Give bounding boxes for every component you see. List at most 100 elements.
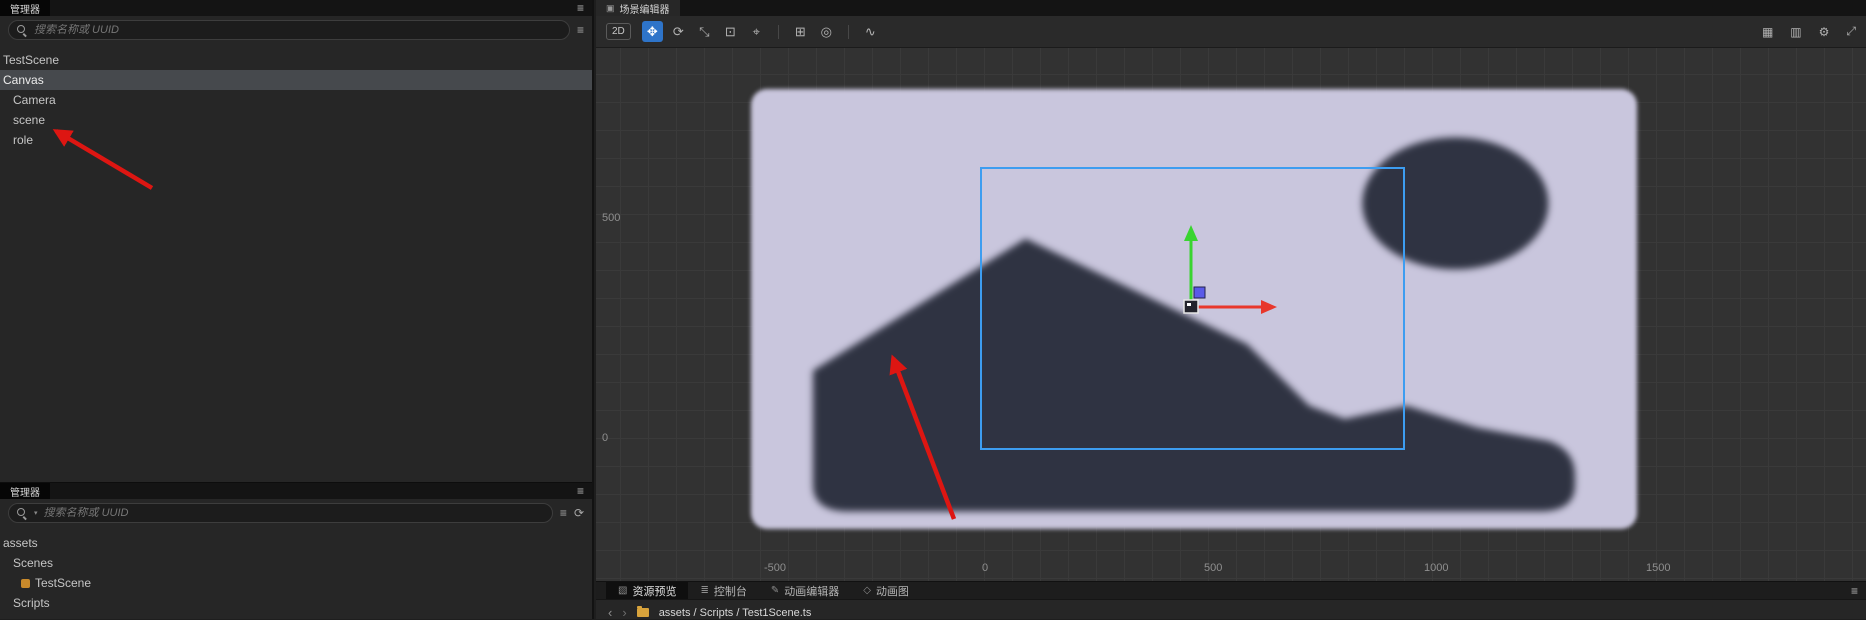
scene-viewport[interactable]: 500 0 -500 0 500 1000 1500 bbox=[596, 48, 1866, 581]
rotate-tool-button[interactable]: ⟳ bbox=[668, 21, 689, 42]
scene-tab-icon: ▣ bbox=[606, 2, 615, 13]
gear-icon[interactable]: ⚙ bbox=[1819, 25, 1830, 39]
tab-label: 动画编辑器 bbox=[784, 585, 840, 598]
hierarchy-panel: 管理器 ≡ ≡ TestScene Canvas Camera scene bbox=[0, 0, 592, 150]
animation-graph-icon: ◇ bbox=[863, 585, 871, 596]
forward-icon[interactable]: › bbox=[622, 606, 626, 619]
hierarchy-list-icon[interactable]: ≡ bbox=[577, 24, 584, 36]
hierarchy-search-row: ≡ bbox=[0, 16, 592, 44]
tab-asset-preview[interactable]: ▧ 资源预览 bbox=[606, 582, 689, 599]
console-icon: ≣ bbox=[700, 585, 709, 596]
tab-animation-editor[interactable]: ✎ 动画编辑器 bbox=[759, 582, 851, 599]
asset-preview-icon: ▧ bbox=[618, 585, 628, 596]
left-panel: 管理器 ≡ ≡ TestScene Canvas Camera scene bbox=[0, 0, 594, 619]
asset-node-scenes[interactable]: Scenes bbox=[0, 553, 592, 573]
node-label: role bbox=[13, 133, 34, 147]
move-tool-button[interactable]: ✥ bbox=[641, 21, 663, 42]
scene-tab-label: 场景编辑器 bbox=[619, 4, 670, 16]
assets-tabstrip: 管理器 ≡ bbox=[0, 483, 592, 499]
rotate-icon: ⟳ bbox=[672, 24, 684, 39]
search-filter-dropdown-icon[interactable]: ▾ bbox=[34, 509, 38, 517]
toolbar-separator bbox=[847, 24, 849, 39]
search-icon bbox=[17, 24, 28, 36]
asset-node-testscene[interactable]: TestScene bbox=[0, 573, 592, 593]
search-icon bbox=[17, 507, 28, 519]
node-label: assets bbox=[3, 536, 38, 550]
toolbar-separator bbox=[777, 24, 779, 39]
tree-node-testscene[interactable]: TestScene bbox=[0, 50, 592, 70]
tab-scene-editor[interactable]: ▣ 场景编辑器 bbox=[596, 0, 680, 16]
assets-search-row: ▾ ≡ ⟳ bbox=[0, 499, 592, 527]
assets-search-input[interactable] bbox=[43, 507, 544, 519]
hierarchy-menu-icon[interactable]: ≡ bbox=[577, 0, 584, 16]
node-anchor-icon bbox=[1183, 299, 1199, 314]
ruler-label-x: 0 bbox=[982, 562, 989, 574]
tree-node-scene[interactable]: scene bbox=[0, 110, 592, 130]
ruler-label-y: 500 bbox=[602, 212, 621, 224]
tab-label: 资源预览 bbox=[632, 585, 677, 598]
assets-tab[interactable]: 管理器 bbox=[0, 483, 50, 499]
assets-tab-label: 管理器 bbox=[10, 487, 40, 499]
node-label: TestScene bbox=[3, 53, 60, 67]
scale-tool-button[interactable]: ⤡ bbox=[694, 21, 715, 42]
tree-node-canvas[interactable]: Canvas bbox=[0, 70, 592, 90]
tree-node-camera[interactable]: Camera bbox=[0, 90, 592, 110]
scale-icon: ⤡ bbox=[699, 24, 710, 39]
grid-visibility-icon[interactable]: ▦ bbox=[1762, 25, 1773, 39]
hierarchy-tab-label: 管理器 bbox=[10, 4, 40, 16]
bottom-tabstrip: ▧ 资源预览 ≣ 控制台 ✎ 动画编辑器 ◇ 动画图 ≡ bbox=[596, 581, 1866, 599]
bottom-menu-icon[interactable]: ≡ bbox=[1851, 582, 1858, 600]
gizmo-plane-handle[interactable] bbox=[1193, 286, 1206, 299]
hierarchy-search-input[interactable] bbox=[34, 24, 561, 36]
move-gizmo[interactable] bbox=[1091, 187, 1291, 327]
node-label: Scripts bbox=[13, 596, 50, 610]
curve-tool-button[interactable]: ∿ bbox=[860, 21, 881, 42]
back-icon[interactable]: ‹ bbox=[608, 606, 612, 619]
assets-menu-icon[interactable]: ≡ bbox=[577, 483, 584, 499]
breadcrumb-path[interactable]: assets / Scripts / Test1Scene.ts bbox=[659, 607, 812, 619]
refresh-icon[interactable]: ⟳ bbox=[574, 507, 584, 519]
snap-tool-button[interactable]: ⊞ bbox=[790, 21, 811, 42]
move-icon: ✥ bbox=[646, 24, 658, 39]
gizmo-x-arrowhead bbox=[1261, 300, 1277, 314]
scene-tabstrip: ▣ 场景编辑器 bbox=[596, 0, 1866, 16]
tree-node-role[interactable]: role bbox=[0, 130, 592, 150]
assets-tree: assets Scenes TestScene Scripts bbox=[0, 533, 592, 613]
hierarchy-search-box[interactable] bbox=[8, 20, 570, 40]
camera-preview-icon[interactable]: ▥ bbox=[1790, 25, 1801, 39]
node-anchor-dot bbox=[1187, 303, 1191, 306]
assets-search-box[interactable]: ▾ bbox=[8, 503, 553, 523]
assets-list-icon[interactable]: ≡ bbox=[560, 507, 567, 519]
animation-editor-icon: ✎ bbox=[770, 585, 780, 596]
node-label: Camera bbox=[13, 93, 56, 107]
tab-console[interactable]: ≣ 控制台 bbox=[688, 582, 758, 599]
ruler-label-x: -500 bbox=[764, 562, 787, 574]
pivot-toggle-button[interactable]: ◎ bbox=[816, 21, 837, 42]
node-label: Canvas bbox=[3, 73, 44, 87]
scene-file-icon bbox=[21, 578, 30, 588]
tab-label: 控制台 bbox=[713, 585, 747, 598]
ruler-label-x: 1500 bbox=[1646, 562, 1671, 574]
hierarchy-tree: TestScene Canvas Camera scene role bbox=[0, 50, 592, 150]
node-label: Scenes bbox=[13, 556, 54, 570]
scene-toolbar: 2D ✥ ⟳ ⤡ ⊡ ⌖ ⊞ ◎ ∿ ▦ ▥ ⚙ ⤢ bbox=[596, 16, 1866, 48]
curve-icon: ∿ bbox=[864, 24, 876, 39]
hierarchy-tab[interactable]: 管理器 bbox=[0, 0, 50, 16]
asset-node-assets[interactable]: assets bbox=[0, 533, 592, 553]
anchor-icon: ⌖ bbox=[752, 24, 760, 39]
ruler-label-x: 1000 bbox=[1424, 562, 1449, 574]
assets-panel: 管理器 ≡ ▾ ≡ ⟳ assets Scenes TestScene bbox=[0, 482, 592, 613]
scene-editor-panel: ▣ 场景编辑器 2D ✥ ⟳ ⤡ ⊡ ⌖ ⊞ ◎ ∿ ▦ ▥ ⚙ ⤢ 500 0… bbox=[596, 0, 1866, 619]
mode-2d-button[interactable]: 2D bbox=[606, 23, 631, 40]
tab-animation-graph[interactable]: ◇ 动画图 bbox=[851, 582, 921, 599]
snap-icon: ⊞ bbox=[794, 24, 806, 39]
tab-label: 动画图 bbox=[875, 585, 909, 598]
node-label: scene bbox=[13, 113, 46, 127]
asset-node-scripts[interactable]: Scripts bbox=[0, 593, 592, 613]
folder-icon bbox=[636, 606, 649, 617]
anchor-tool-button[interactable]: ⌖ bbox=[746, 21, 767, 42]
fullscreen-icon[interactable]: ⤢ bbox=[1846, 24, 1856, 39]
rect-tool-button[interactable]: ⊡ bbox=[720, 21, 741, 42]
breadcrumb: ‹ › assets / Scripts / Test1Scene.ts bbox=[596, 599, 1866, 619]
rect-transform-icon: ⊡ bbox=[724, 24, 736, 39]
